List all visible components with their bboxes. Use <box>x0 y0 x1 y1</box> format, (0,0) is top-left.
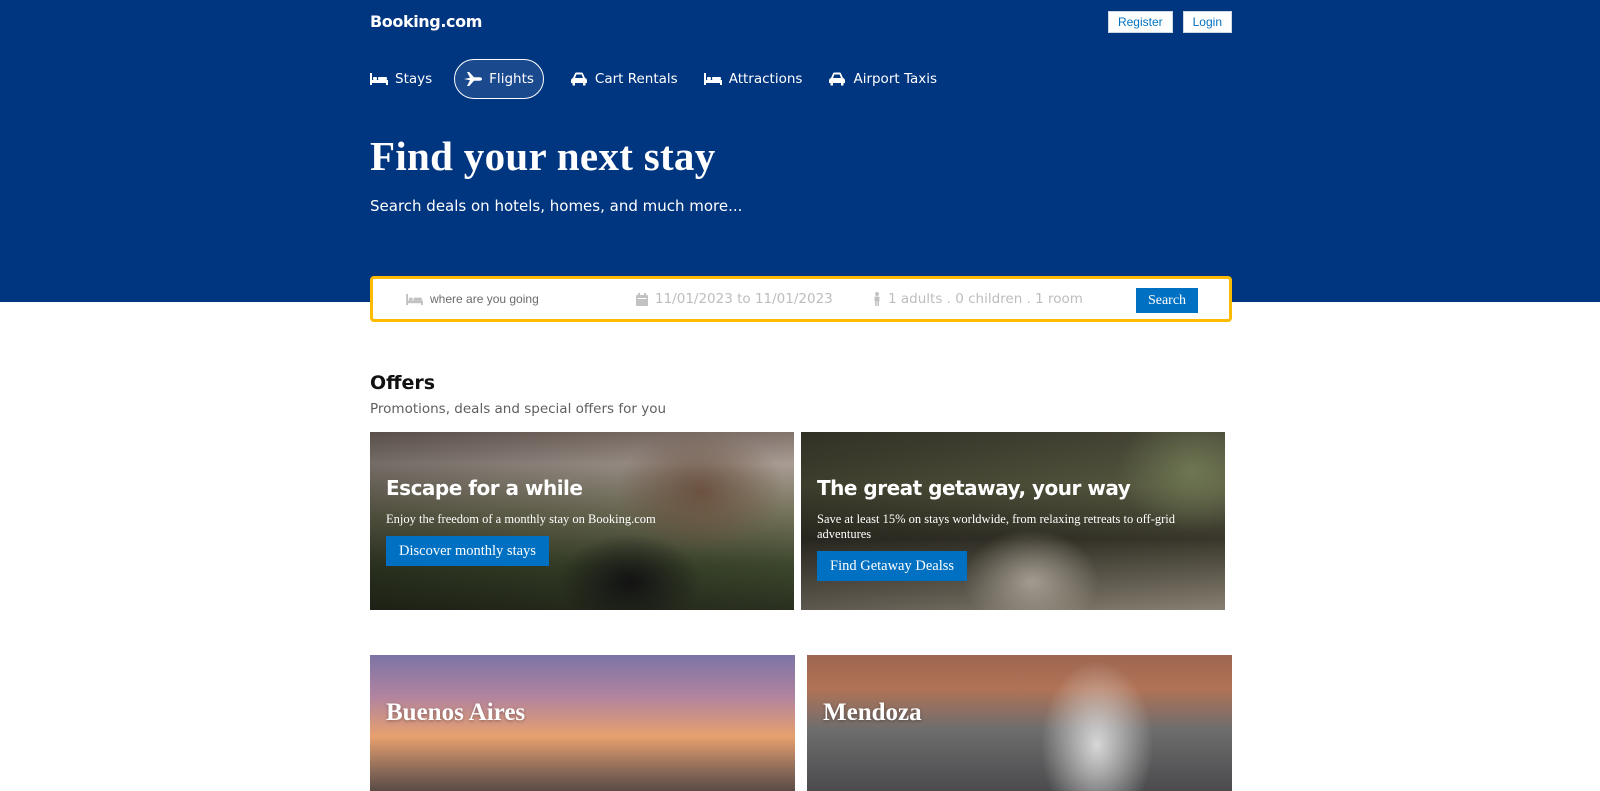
offer-card-text: Enjoy the freedom of a monthly stay on B… <box>386 512 656 526</box>
offer-card-getaway: The great getaway, your way Save at leas… <box>801 432 1225 610</box>
find-getaway-deals-button[interactable]: Find Getaway Dealss <box>817 551 968 581</box>
discover-monthly-stays-button[interactable]: Discover monthly stays <box>386 536 549 566</box>
nav-item-label: Stays <box>395 71 433 87</box>
hero-subtitle: Search deals on hotels, homes, and much … <box>370 197 743 215</box>
search-button[interactable]: Search <box>1136 288 1198 313</box>
nav-item-label: Cart Rentals <box>594 71 678 87</box>
date-range[interactable]: 11/01/2023 to 11/01/2023 <box>655 291 833 307</box>
nav-item-attractions[interactable]: Attractions <box>703 59 803 99</box>
destination-card-mendoza[interactable]: Mendoza <box>807 655 1232 791</box>
offer-card-title: Escape for a while <box>386 476 583 500</box>
bed-icon <box>370 73 388 85</box>
destination-card-buenos-aires[interactable]: Buenos Aires <box>370 655 795 791</box>
destination-input[interactable] <box>430 292 620 306</box>
offer-card-text: Save at least 15% on stays worldwide, fr… <box>817 512 1176 541</box>
guests-field[interactable]: 1 adults . 0 children . 1 room <box>873 279 1083 319</box>
plane-icon <box>464 72 483 86</box>
nav-item-label: Airport Taxis <box>853 71 938 87</box>
search-bar: 11/01/2023 to 11/01/2023 1 adults . 0 ch… <box>370 276 1232 322</box>
bed-icon <box>406 293 423 305</box>
offer-card-monthly: Escape for a while Enjoy the freedom of … <box>370 432 794 610</box>
nav-item-label: Attractions <box>728 71 803 87</box>
destination-name: Buenos Aires <box>386 699 526 726</box>
date-field[interactable]: 11/01/2023 to 11/01/2023 <box>636 279 833 319</box>
nav-item-airport-taxis[interactable]: Airport Taxis <box>828 59 937 99</box>
offers-subtitle: Promotions, deals and special offers for… <box>370 401 667 417</box>
person-icon <box>874 292 880 306</box>
nav-item-label: Flights <box>489 71 534 87</box>
main-nav: Stays Flights Cart Rentals Attractions A… <box>370 59 1232 99</box>
bed-icon <box>703 73 722 85</box>
hero-title: Find your next stay <box>370 133 716 179</box>
login-button[interactable]: Login <box>1182 11 1232 33</box>
car-icon <box>829 72 846 86</box>
nav-item-stays[interactable]: Stays <box>370 59 432 99</box>
destination-name: Mendoza <box>823 699 922 726</box>
car-icon <box>570 72 587 86</box>
logo[interactable]: Booking.com <box>370 12 482 31</box>
auth-buttons: Register Login <box>1107 11 1232 33</box>
guests-summary[interactable]: 1 adults . 0 children . 1 room <box>888 291 1083 307</box>
nav-item-car-rentals[interactable]: Cart Rentals <box>570 59 678 99</box>
destination-field[interactable] <box>406 279 620 319</box>
top-bar: Booking.com Register Login <box>370 10 1232 34</box>
nav-item-flights[interactable]: Flights <box>454 59 544 99</box>
offers-title: Offers <box>370 372 436 394</box>
calendar-icon <box>636 292 648 306</box>
register-button[interactable]: Register <box>1107 11 1173 33</box>
offer-card-title: The great getaway, your way <box>817 476 1131 500</box>
